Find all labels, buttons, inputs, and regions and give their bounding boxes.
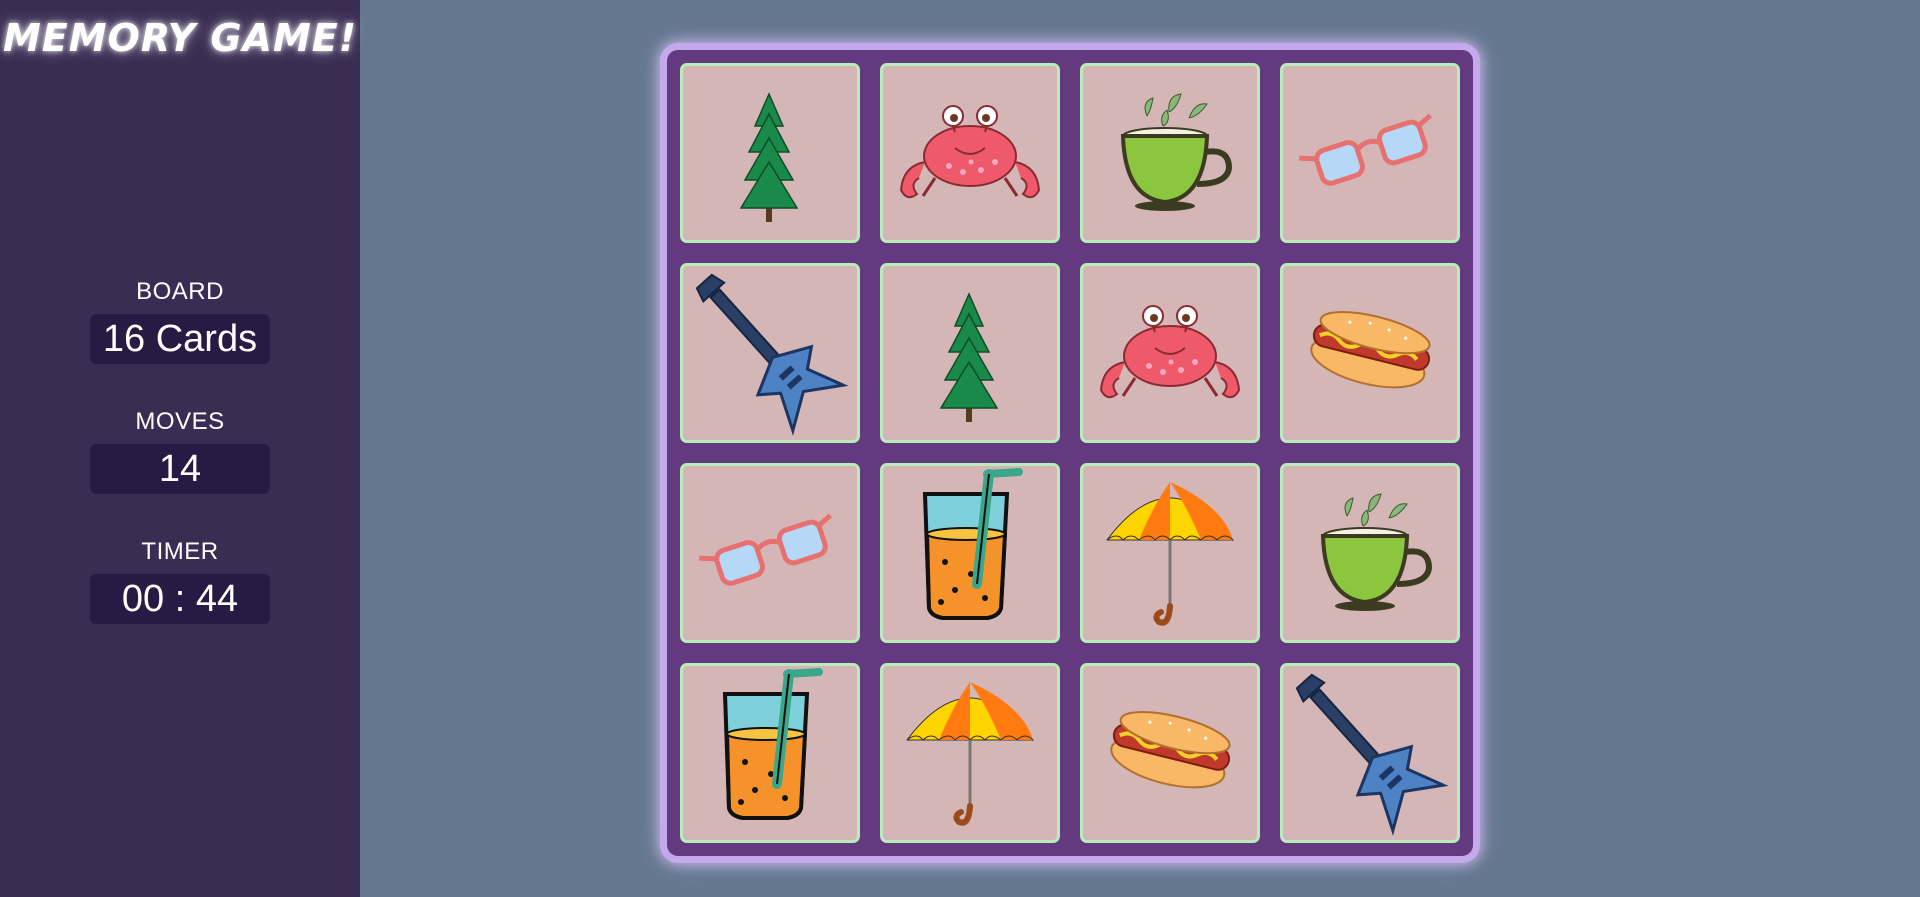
memory-card[interactable] xyxy=(1280,263,1460,443)
sunglasses-icon xyxy=(1299,113,1433,186)
memory-card[interactable] xyxy=(1280,463,1460,643)
juice-glass-icon xyxy=(922,468,1023,620)
timer-stat-label: TIMER xyxy=(141,538,219,565)
timer-stat-value: 00 : 44 xyxy=(90,574,270,624)
memory-card[interactable] xyxy=(680,263,860,443)
memory-card[interactable] xyxy=(680,63,860,243)
memory-card[interactable] xyxy=(880,263,1060,443)
pine-tree-icon xyxy=(739,92,799,222)
sidebar: MEMORY GAME! BOARD 16 Cards MOVES 14 TIM… xyxy=(0,0,360,897)
board-stat-label: BOARD xyxy=(136,278,224,305)
memory-card[interactable] xyxy=(1080,463,1260,643)
moves-stat: MOVES 14 xyxy=(0,408,360,494)
juice-glass-icon xyxy=(722,668,823,820)
board-stat-value: 16 Cards xyxy=(90,314,270,364)
tea-cup-icon xyxy=(1320,493,1433,611)
umbrella-icon xyxy=(905,682,1035,826)
hot-dog-icon xyxy=(1310,311,1431,389)
umbrella-icon xyxy=(1105,482,1235,626)
moves-stat-label: MOVES xyxy=(135,408,225,435)
memory-card[interactable] xyxy=(880,663,1060,843)
moves-stat-value: 14 xyxy=(90,444,270,494)
memory-card[interactable] xyxy=(1280,663,1460,843)
memory-card[interactable] xyxy=(880,63,1060,243)
memory-card[interactable] xyxy=(680,663,860,843)
board-stat: BOARD 16 Cards xyxy=(0,278,360,364)
game-board xyxy=(660,43,1480,863)
memory-card[interactable] xyxy=(1080,663,1260,843)
crab-icon xyxy=(1099,305,1241,399)
memory-card[interactable] xyxy=(1080,263,1260,443)
hot-dog-icon xyxy=(1110,711,1231,789)
memory-card[interactable] xyxy=(1080,63,1260,243)
tea-cup-icon xyxy=(1120,93,1233,211)
memory-card[interactable] xyxy=(680,463,860,643)
timer-stat: TIMER 00 : 44 xyxy=(0,538,360,624)
crab-icon xyxy=(899,105,1041,199)
pine-tree-icon xyxy=(939,292,999,422)
app-title: MEMORY GAME! xyxy=(2,16,358,60)
electric-guitar-icon xyxy=(695,273,849,436)
memory-card[interactable] xyxy=(880,463,1060,643)
electric-guitar-icon xyxy=(1295,673,1449,836)
memory-game-app: MEMORY GAME! BOARD 16 Cards MOVES 14 TIM… xyxy=(0,0,1920,897)
sunglasses-icon xyxy=(699,513,833,586)
memory-card[interactable] xyxy=(1280,63,1460,243)
